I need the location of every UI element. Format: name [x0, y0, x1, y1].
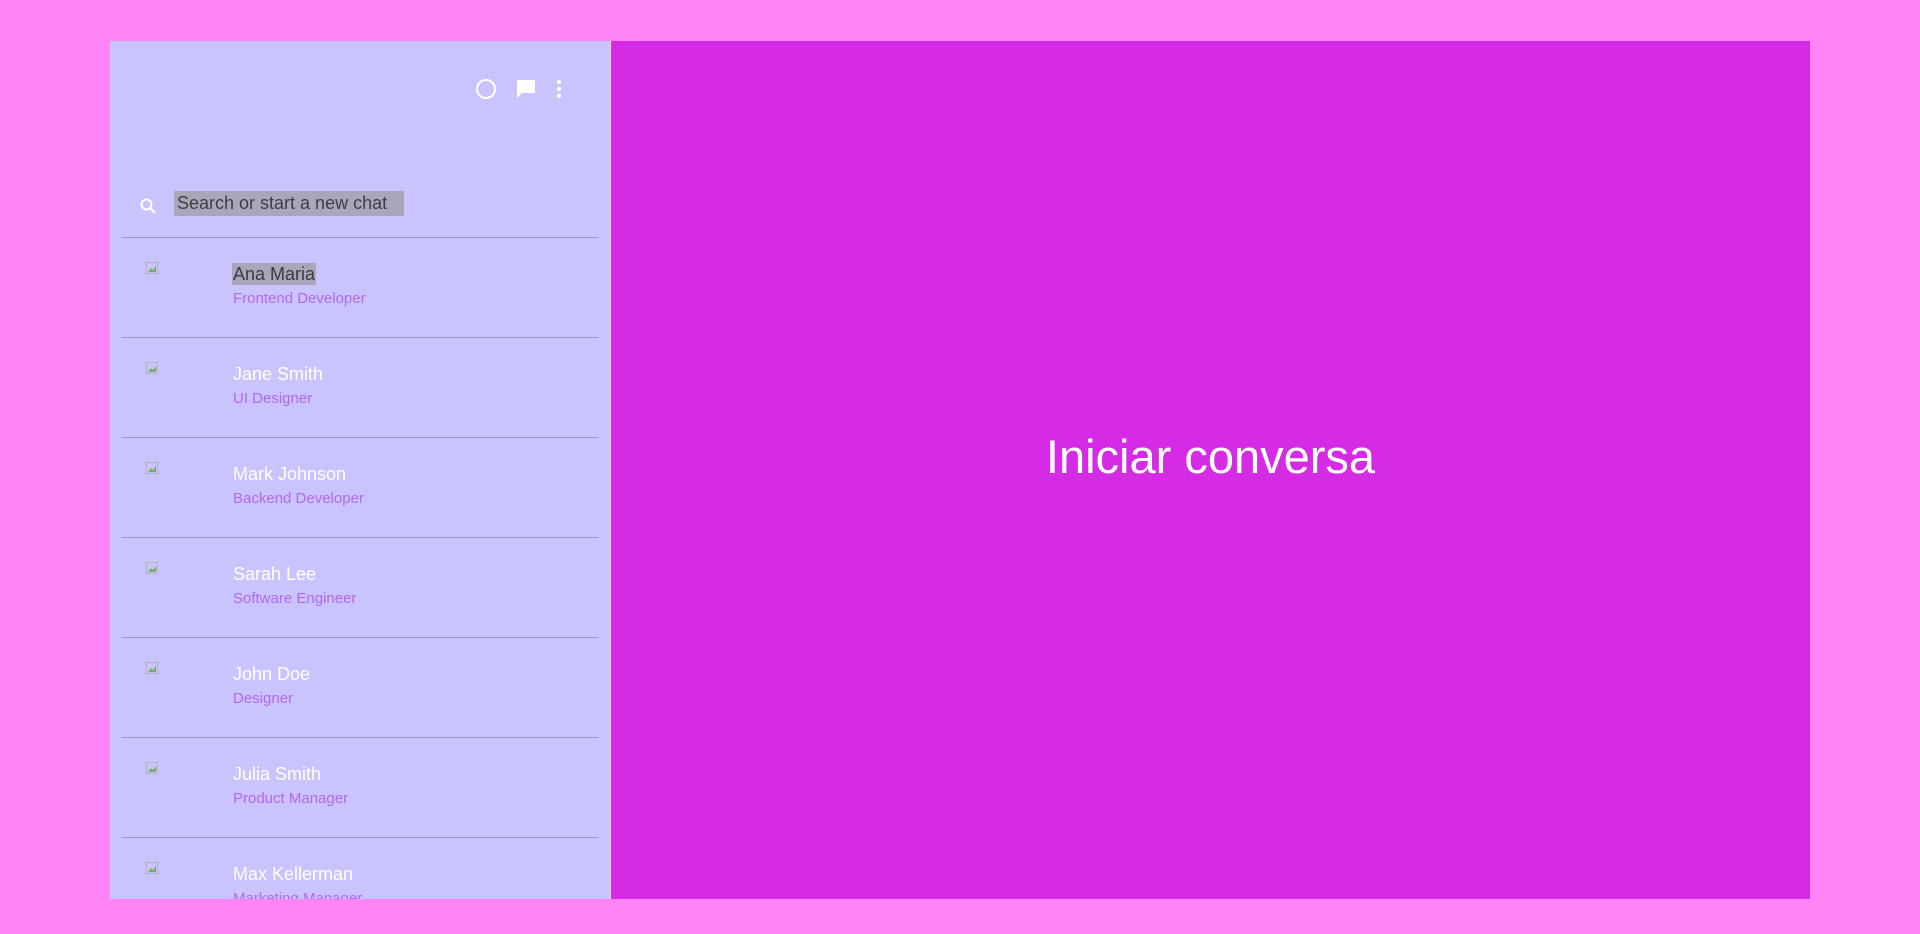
contact-name: Jane Smith	[233, 364, 324, 384]
contact-name: John Doe	[233, 664, 311, 684]
contact-role: Backend Developer	[233, 490, 364, 507]
broken-image-avatar-icon	[146, 361, 158, 374]
chat-panel-empty-state: Iniciar conversa	[610, 41, 1810, 899]
contact-list: Ana Maria Frontend Developer Jane Smith …	[122, 238, 598, 899]
broken-image-avatar-icon	[146, 261, 158, 274]
contact-role: Product Manager	[233, 790, 349, 807]
contact-role: UI Designer	[233, 390, 313, 407]
new-chat-icon[interactable]	[514, 77, 538, 101]
header-actions	[474, 77, 564, 101]
search-input[interactable]	[174, 191, 404, 216]
contact-item-john-doe[interactable]: John Doe Designer	[122, 638, 598, 738]
contact-name: Mark Johnson	[233, 464, 347, 484]
contact-role: Marketing Manager	[233, 890, 363, 899]
search-icon	[139, 197, 157, 215]
contact-item-max-kellerman[interactable]: Max Kellerman Marketing Manager	[122, 838, 598, 899]
broken-image-avatar-icon	[146, 561, 158, 574]
contact-name: Ana Maria	[232, 263, 317, 285]
contact-name: Sarah Lee	[233, 564, 317, 584]
contact-item-julia-smith[interactable]: Julia Smith Product Manager	[122, 738, 598, 838]
chat-app: Ana Maria Frontend Developer Jane Smith …	[110, 41, 1810, 899]
search-bar	[122, 183, 598, 238]
broken-image-avatar-icon	[146, 761, 158, 774]
contact-role: Software Engineer	[233, 590, 357, 607]
contact-item-jane-smith[interactable]: Jane Smith UI Designer	[122, 338, 598, 438]
contact-name: Julia Smith	[233, 764, 322, 784]
empty-state-text: Iniciar conversa	[1045, 430, 1376, 483]
sidebar: Ana Maria Frontend Developer Jane Smith …	[110, 41, 610, 899]
broken-image-avatar-icon	[146, 661, 158, 674]
broken-image-avatar-icon	[146, 461, 158, 474]
contact-item-mark-johnson[interactable]: Mark Johnson Backend Developer	[122, 438, 598, 538]
contact-role: Designer	[233, 690, 294, 707]
more-vert-icon[interactable]	[554, 77, 564, 101]
contact-item-sarah-lee[interactable]: Sarah Lee Software Engineer	[122, 538, 598, 638]
status-icon[interactable]	[474, 77, 498, 101]
contact-item-ana-maria[interactable]: Ana Maria Frontend Developer	[122, 238, 598, 338]
contact-name: Max Kellerman	[233, 864, 354, 884]
broken-image-avatar-icon	[146, 861, 158, 874]
sidebar-header	[110, 41, 610, 133]
contact-role: Frontend Developer	[233, 290, 366, 307]
